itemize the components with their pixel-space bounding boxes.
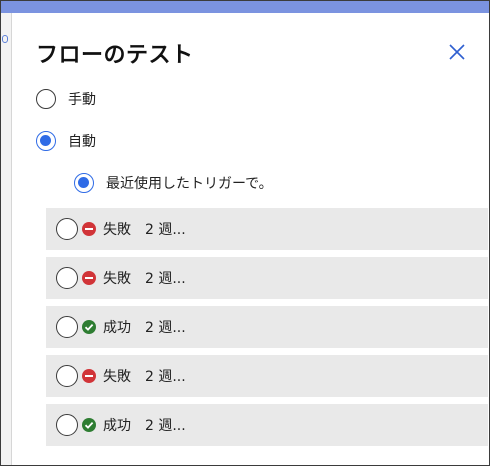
manual-radio[interactable] (36, 89, 56, 109)
run-status: 失敗 (103, 271, 131, 287)
close-button[interactable] (446, 41, 468, 63)
recent-trigger-option[interactable]: 最近使用したトリガーで。 (74, 173, 273, 193)
run-status: 失敗 (103, 222, 131, 238)
run-status: 成功 (103, 418, 131, 434)
failed-status-icon (82, 369, 96, 383)
run-radio[interactable] (56, 316, 78, 338)
automatic-label: 自動 (68, 134, 96, 150)
run-row[interactable]: 成功 2 週... (46, 404, 488, 446)
run-status: 失敗 (103, 369, 131, 385)
run-time: 2 週... (145, 418, 186, 434)
run-row[interactable]: 成功 2 週... (46, 306, 488, 348)
success-check-icon (82, 418, 96, 432)
run-radio[interactable] (56, 218, 78, 240)
background-link-icon (2, 35, 8, 43)
run-radio[interactable] (56, 365, 78, 387)
run-time: 2 週... (145, 369, 186, 385)
run-row[interactable]: 失敗 2 週... (46, 355, 488, 397)
recent-trigger-radio[interactable] (74, 173, 94, 193)
manual-option[interactable]: 手動 (36, 89, 96, 109)
top-accent-bar (1, 1, 489, 13)
automatic-option[interactable]: 自動 (36, 131, 96, 151)
run-row[interactable]: 失敗 2 週... (46, 257, 488, 299)
run-radio[interactable] (56, 267, 78, 289)
failed-status-icon (82, 222, 96, 236)
run-time: 2 週... (145, 271, 186, 287)
run-row[interactable]: 失敗 2 週... (46, 208, 488, 250)
run-status: 成功 (103, 320, 131, 336)
automatic-radio[interactable] (36, 131, 56, 151)
test-flow-panel: フローのテスト 手動 自動 最近使用したトリガーで。 失敗 2 週... 失敗 2 週… (12, 13, 489, 465)
failed-status-icon (82, 271, 96, 285)
run-time: 2 週... (145, 222, 186, 238)
run-time: 2 週... (145, 320, 186, 336)
close-icon (449, 44, 465, 60)
panel-title: フローのテスト (36, 43, 194, 68)
manual-label: 手動 (68, 92, 96, 108)
run-radio[interactable] (56, 414, 78, 436)
recent-trigger-label: 最近使用したトリガーで。 (106, 176, 273, 192)
window-frame: フローのテスト 手動 自動 最近使用したトリガーで。 失敗 2 週... 失敗 2 週… (0, 0, 490, 466)
success-check-icon (82, 320, 96, 334)
background-page-edge (1, 13, 12, 465)
